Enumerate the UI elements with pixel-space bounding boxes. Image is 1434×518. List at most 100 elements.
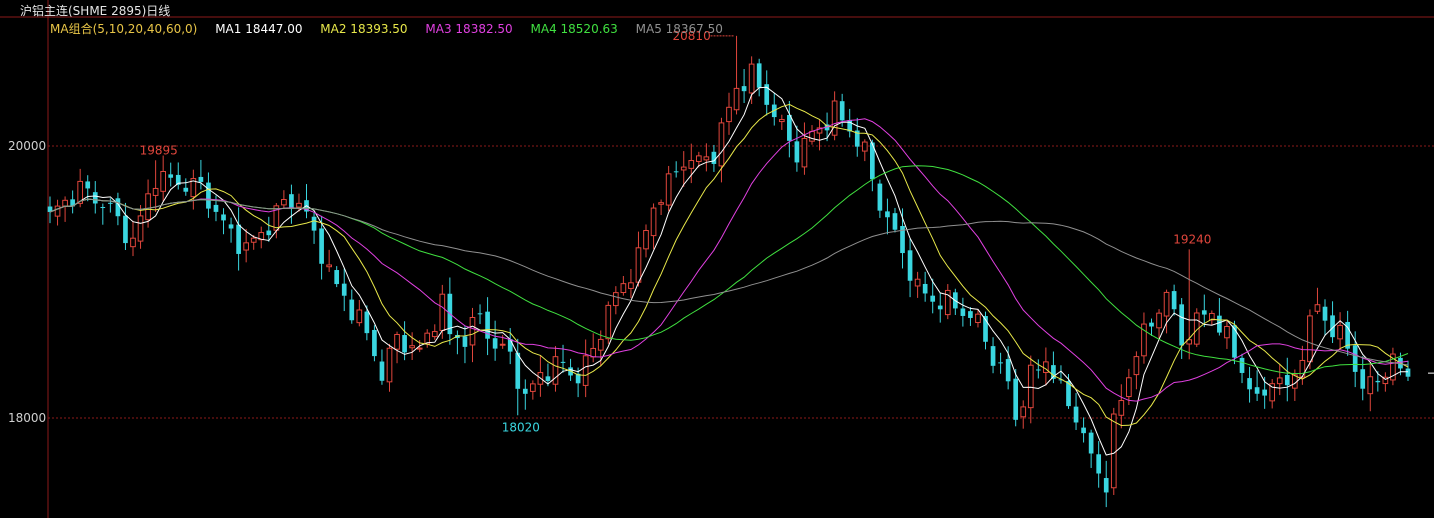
candle-body-up xyxy=(394,333,400,350)
candle-body-down xyxy=(206,182,211,209)
candle-body-up xyxy=(809,130,815,142)
candle-body-up xyxy=(628,282,634,289)
candle-body-down xyxy=(922,283,928,294)
ma-legend: MA组合(5,10,20,40,60,0) MA1 18447.00 MA2 1… xyxy=(50,20,737,37)
candle-body-up xyxy=(831,100,838,136)
candle-body-down xyxy=(1405,368,1411,377)
candle-body-down xyxy=(115,198,121,217)
candle-body-down xyxy=(236,224,241,254)
candle-body-down xyxy=(1171,291,1177,310)
candle-body-up xyxy=(250,237,257,243)
candle-body-down xyxy=(741,86,747,92)
candle-body-up xyxy=(665,173,672,206)
candle-body-down xyxy=(1360,369,1366,389)
candle-body-down xyxy=(349,299,355,321)
legend-ma-group: MA组合(5,10,20,40,60,0) xyxy=(50,22,198,36)
candle-body-down xyxy=(1035,369,1041,371)
candle-body-down xyxy=(1096,454,1102,474)
candle-body-down xyxy=(198,176,204,182)
candle-body-down xyxy=(319,228,324,264)
candle-body-down xyxy=(221,214,226,221)
candle-body-up xyxy=(499,343,506,346)
legend-ma3: MA3 18382.50 xyxy=(425,22,513,36)
candle-body-down xyxy=(1201,310,1207,315)
candle-body-up xyxy=(160,170,167,192)
candle-body-down xyxy=(515,352,521,389)
candle-body-up xyxy=(650,207,657,237)
candle-body-down xyxy=(998,362,1003,364)
candle-body-down xyxy=(885,211,890,218)
candle-body-down xyxy=(990,346,996,366)
candle-body-down xyxy=(673,171,679,173)
candle-body-down xyxy=(213,204,219,212)
candle-body-up xyxy=(975,313,981,324)
candle-body-down xyxy=(507,339,513,352)
candle-body-up xyxy=(152,187,159,196)
candle-body-up xyxy=(1337,324,1343,340)
candle-body-up xyxy=(145,193,151,221)
candle-body-down xyxy=(364,311,370,334)
candle-body-down xyxy=(168,174,174,178)
candle-body-down xyxy=(1352,345,1358,372)
candle-body-down xyxy=(100,207,106,209)
candle-body-up xyxy=(54,205,61,217)
candle-body-down xyxy=(907,250,913,281)
candle-body-down xyxy=(1232,325,1237,358)
annotation-high-label: 19240 xyxy=(1173,232,1211,246)
candle-body-up xyxy=(703,156,710,161)
candle-body-down xyxy=(85,181,91,189)
ma2-line xyxy=(49,103,1409,427)
candle-body-down xyxy=(560,361,566,363)
candle-body-up xyxy=(590,347,597,358)
annotation-low-label: 18020 xyxy=(502,420,540,434)
candle-body-down xyxy=(1005,359,1011,382)
candle-body-down xyxy=(492,338,498,349)
candle-body-up xyxy=(1133,356,1140,376)
candle-body-down xyxy=(462,336,468,347)
candle-body-down xyxy=(108,202,113,204)
candle-body-up xyxy=(439,293,446,331)
candle-body-up xyxy=(1276,377,1283,385)
candle-body-up xyxy=(1156,312,1162,329)
candle-body-up xyxy=(635,247,642,283)
candle-body-down xyxy=(341,283,347,296)
candle-body-down xyxy=(930,295,936,302)
candle-body-up xyxy=(409,345,415,349)
candle-body-up xyxy=(326,264,332,268)
legend-ma4: MA4 18520.63 xyxy=(530,22,618,36)
candle-body-down xyxy=(372,329,377,357)
candle-body-down xyxy=(794,141,800,163)
candle-body-down xyxy=(1254,387,1260,394)
candle-body-up xyxy=(62,199,68,207)
candle-body-down xyxy=(545,376,551,381)
legend-ma5: MA5 18367.50 xyxy=(635,22,723,36)
candle-body-up xyxy=(582,355,589,386)
candlestick-chart: 1800020000 19895180202081019240 xyxy=(0,0,1434,518)
candle-body-down xyxy=(787,114,792,141)
ma4-line xyxy=(49,165,1409,375)
candle-body-down xyxy=(266,230,272,236)
candle-body-up xyxy=(597,338,604,351)
candle-body-up xyxy=(1020,406,1027,418)
candle-body-down xyxy=(839,101,845,121)
legend-ma2: MA2 18393.50 xyxy=(320,22,408,36)
candle-body-down xyxy=(1013,378,1019,420)
candle-body-down xyxy=(379,361,385,381)
candle-body-down xyxy=(1239,357,1245,373)
candle-body-down xyxy=(402,335,407,353)
ma1-line xyxy=(49,86,1408,456)
candle-body-up xyxy=(137,215,144,242)
candle-body-down xyxy=(960,308,966,316)
candle-body-down xyxy=(1081,427,1086,434)
candle-body-up xyxy=(243,242,249,251)
candle-body-up xyxy=(801,137,808,168)
candle-body-down xyxy=(228,224,234,229)
candle-body-up xyxy=(296,202,302,208)
candle-body-up xyxy=(748,63,755,94)
candle-body-up xyxy=(658,202,664,205)
candle-body-up xyxy=(620,283,627,294)
candle-body-up xyxy=(733,87,740,111)
candle-body-down xyxy=(289,194,294,209)
y-tick-label: 20000 xyxy=(8,139,46,153)
candle-body-up xyxy=(1110,413,1117,489)
